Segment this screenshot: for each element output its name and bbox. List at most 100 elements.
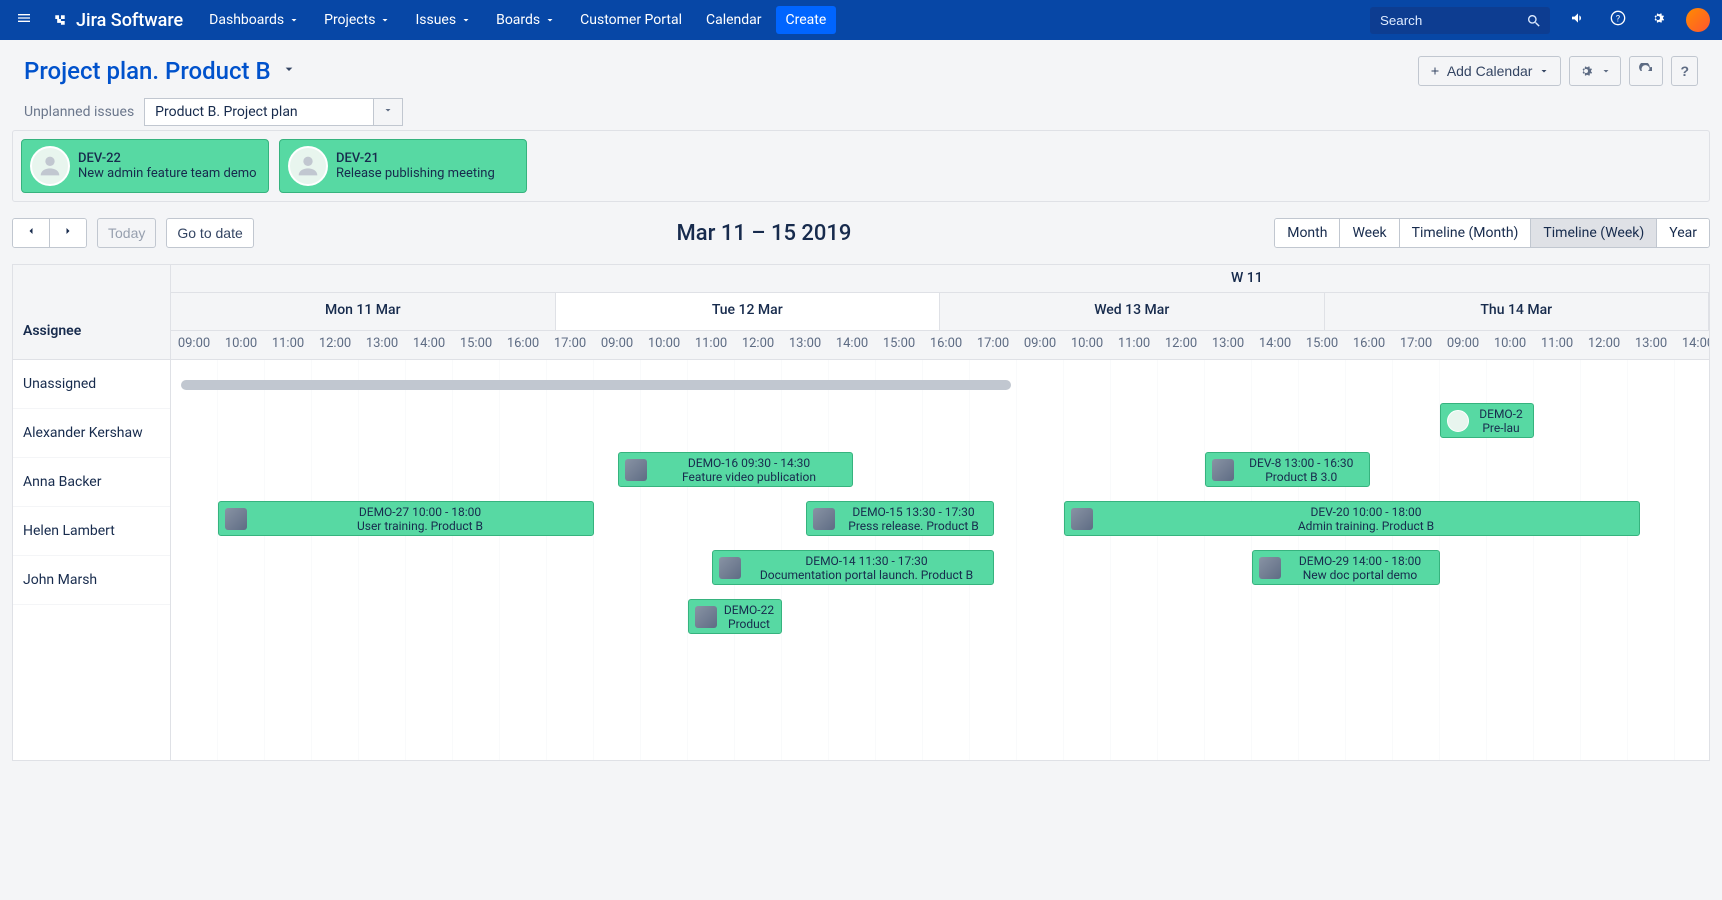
week-label: W 11 [171,265,1709,293]
svg-text:?: ? [1616,13,1621,24]
nav-projects[interactable]: Projects [314,6,401,34]
hour-header: 11:00 [1534,331,1581,359]
event-avatar [1212,459,1234,481]
assignee-column-header: Assignee [13,265,170,360]
calendar-dropdown-icon[interactable] [281,61,297,81]
view-timeline-month[interactable]: Timeline (Month) [1400,219,1532,247]
jira-logo[interactable]: Jira Software [52,10,183,31]
day-header: Thu 14 Mar [1325,293,1710,330]
search-wrap [1370,7,1550,34]
nav-boards[interactable]: Boards [486,6,566,34]
calendar-event[interactable]: DEV-20 10:00 - 18:00Admin training. Prod… [1064,501,1640,536]
event-avatar [1259,557,1281,579]
unplanned-issues-label[interactable]: Unplanned issues [24,104,134,120]
hour-header: 11:00 [688,331,735,359]
hour-header: 10:00 [1064,331,1111,359]
calendar-toolbar: Today Go to date Mar 11 – 15 2019 Month … [12,218,1710,248]
hour-header: 13:00 [1205,331,1252,359]
page-header: Project plan. Product B Add Calendar ? [24,56,1698,86]
timeline: Assignee W 11 Mon 11 MarTue 12 MarWed 13… [12,264,1710,761]
page-title: Project plan. Product B [24,57,271,85]
hour-header: 12:00 [735,331,782,359]
next-button[interactable] [50,219,86,247]
hour-header: 11:00 [265,331,312,359]
unplanned-panel: DEV-22New admin feature team demo DEV-21… [12,130,1710,202]
event-avatar [1071,508,1093,530]
create-button[interactable]: Create [776,6,837,34]
goto-date-button[interactable]: Go to date [166,218,253,248]
calendar-source-dropdown-icon[interactable] [374,98,403,126]
assignee-row: Alexander Kershaw [13,409,170,458]
hour-header: 17:00 [547,331,594,359]
calendar-event[interactable]: DEMO-27 10:00 - 18:00User training. Prod… [218,501,594,536]
nav-calendar[interactable]: Calendar [696,6,772,34]
horizontal-scrollbar[interactable] [181,380,1011,390]
avatar-placeholder-icon [30,146,70,186]
hour-header: 12:00 [1158,331,1205,359]
nav-dashboards[interactable]: Dashboards [199,6,310,34]
hour-header: 14:00 [829,331,876,359]
hour-header: 14:00 [1252,331,1299,359]
hour-header: 09:00 [1440,331,1487,359]
hour-header: 16:00 [923,331,970,359]
hour-header: 16:00 [500,331,547,359]
hour-header: 15:00 [876,331,923,359]
unplanned-issue-card[interactable]: DEV-22New admin feature team demo [21,139,269,193]
settings-button[interactable] [1569,56,1621,86]
hour-header: 15:00 [453,331,500,359]
unplanned-issue-card[interactable]: DEV-21Release publishing meeting [279,139,527,193]
event-avatar [625,459,647,481]
view-week[interactable]: Week [1340,219,1399,247]
event-avatar [695,606,717,628]
assignee-row: Anna Backer [13,458,170,507]
day-header: Mon 11 Mar [171,293,556,330]
assignee-row: Unassigned [13,360,170,409]
assignee-row: Helen Lambert [13,507,170,556]
view-timeline-week[interactable]: Timeline (Week) [1531,219,1657,247]
add-calendar-button[interactable]: Add Calendar [1418,56,1562,86]
hour-header: 17:00 [970,331,1017,359]
hour-header: 10:00 [218,331,265,359]
nav-customer-portal[interactable]: Customer Portal [570,6,692,34]
hour-header: 15:00 [1299,331,1346,359]
assignee-row: John Marsh [13,556,170,605]
today-button[interactable]: Today [97,218,156,248]
calendar-event[interactable]: DEMO-14 11:30 - 17:30Documentation porta… [712,550,994,585]
hour-header: 09:00 [1017,331,1064,359]
hour-header: 16:00 [1346,331,1393,359]
feedback-icon[interactable] [1566,6,1590,34]
day-header: Tue 12 Mar [556,293,941,330]
filter-row: Unplanned issues Product B. Project plan [24,98,1698,126]
event-avatar [225,508,247,530]
hour-header: 09:00 [594,331,641,359]
view-month[interactable]: Month [1275,219,1340,247]
user-avatar[interactable] [1686,8,1710,32]
help-icon[interactable]: ? [1606,6,1630,34]
prev-button[interactable] [13,219,50,247]
nav-issues[interactable]: Issues [405,6,482,34]
hour-header: 10:00 [1487,331,1534,359]
calendar-event[interactable]: DEMO-16 09:30 - 14:30Feature video publi… [618,452,853,487]
search-icon[interactable] [1526,13,1542,33]
calendar-event[interactable]: DEMO-22 Product [688,599,782,634]
calendar-event[interactable]: DEMO-2 Pre-lau [1440,403,1534,438]
hour-header: 12:00 [312,331,359,359]
search-input[interactable] [1370,7,1550,34]
settings-icon[interactable] [1646,6,1670,34]
calendar-event[interactable]: DEMO-15 13:30 - 17:30Press release. Prod… [806,501,994,536]
event-avatar [719,557,741,579]
calendar-source-select[interactable]: Product B. Project plan [144,98,374,126]
top-navigation: Jira Software Dashboards Projects Issues… [0,0,1722,40]
main-nav: Dashboards Projects Issues Boards Custom… [199,6,1354,34]
hour-header: 13:00 [1628,331,1675,359]
help-button[interactable]: ? [1671,56,1698,86]
view-year[interactable]: Year [1657,219,1709,247]
logo-text: Jira Software [76,10,183,31]
calendar-event[interactable]: DEV-8 13:00 - 16:30Product B 3.0 [1205,452,1370,487]
hour-header: 11:00 [1111,331,1158,359]
refresh-button[interactable] [1629,56,1663,86]
avatar-placeholder-icon [288,146,328,186]
hour-header: 12:00 [1581,331,1628,359]
app-switcher-icon[interactable] [12,6,36,34]
calendar-event[interactable]: DEMO-29 14:00 - 18:00New doc portal demo [1252,550,1440,585]
